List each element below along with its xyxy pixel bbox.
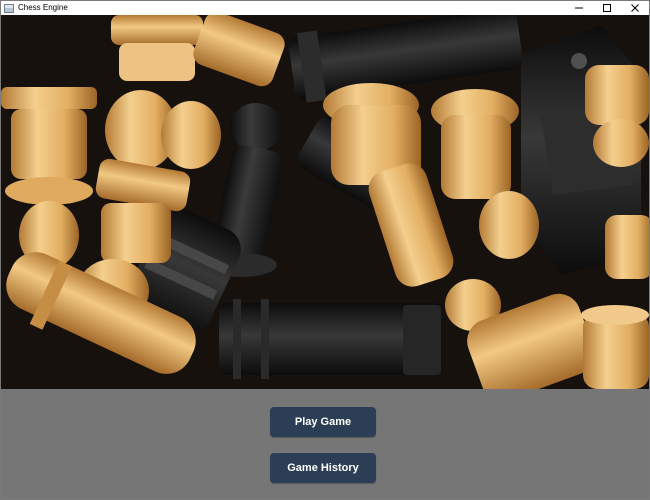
app-window-icon — [4, 3, 14, 13]
window-controls — [565, 1, 649, 15]
game-history-button[interactable]: Game History — [270, 453, 376, 483]
app-window: Chess Engine Play Game Game History — [0, 0, 650, 500]
menu-panel: Play Game Game History — [1, 389, 649, 499]
minimize-button[interactable] — [565, 1, 593, 15]
wood-pawn-right-mid — [605, 215, 649, 279]
black-rook-lying — [219, 299, 441, 379]
close-button[interactable] — [621, 1, 649, 15]
window-title: Chess Engine — [18, 3, 68, 12]
minimize-icon — [575, 7, 583, 9]
maximize-icon — [603, 4, 611, 12]
chess-pieces-photo — [1, 15, 649, 389]
close-icon — [631, 4, 639, 12]
play-game-button[interactable]: Play Game — [270, 407, 376, 437]
maximize-button[interactable] — [593, 1, 621, 15]
title-bar[interactable]: Chess Engine — [1, 1, 649, 15]
